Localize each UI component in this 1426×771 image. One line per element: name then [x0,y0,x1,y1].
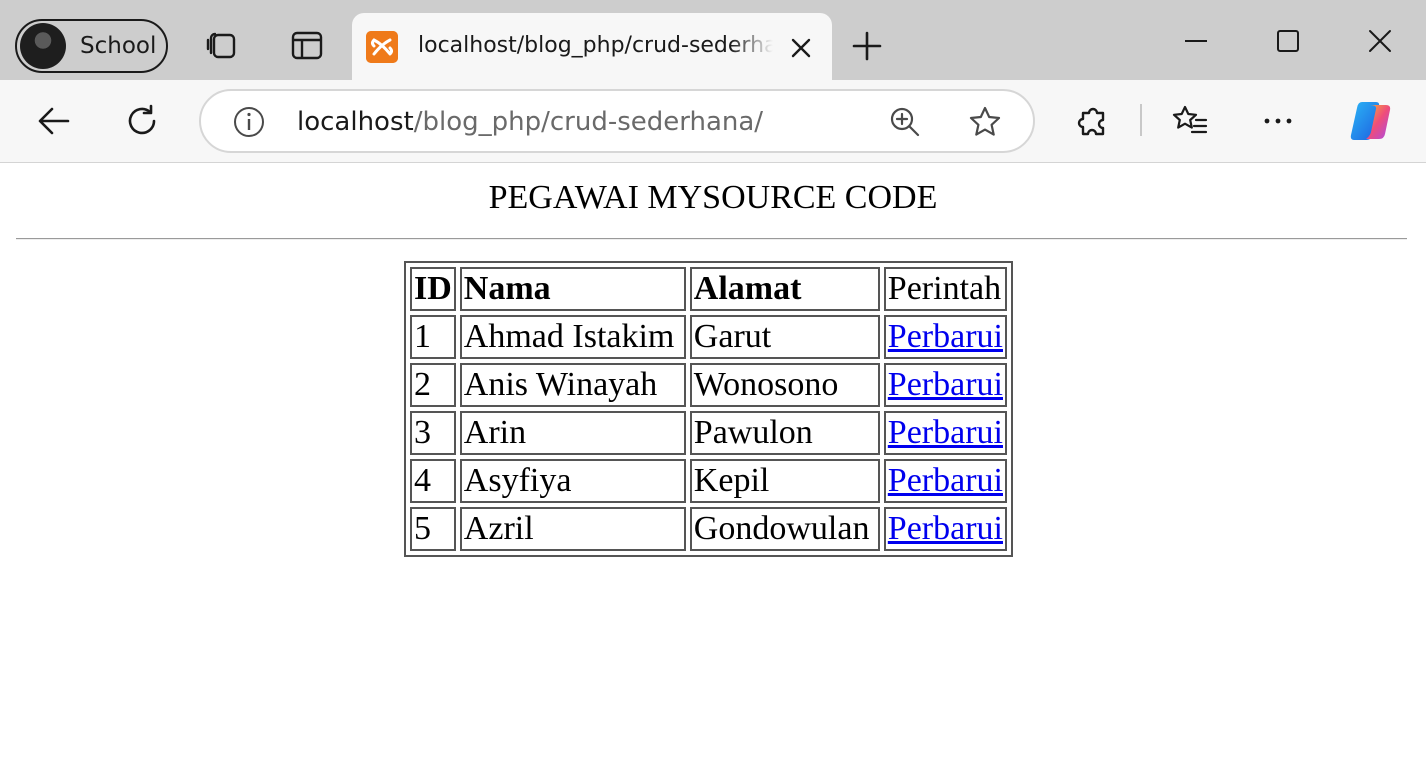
profile-button[interactable]: School [15,19,168,73]
cell-nama: Anis Winayah [459,363,686,407]
browser-toolbar: localhost/blog_php/crud-sederhana/ [0,80,1426,163]
cell-perintah: Perbarui [883,411,1007,455]
cell-id: 3 [410,411,456,455]
page-title: PEGAWAI MYSOURCE CODE [488,179,938,216]
cell-nama: Azril [459,507,686,551]
perbarui-link[interactable]: Perbarui [888,318,1003,355]
perbarui-link[interactable]: Perbarui [888,366,1003,403]
cell-perintah: Perbarui [883,507,1007,551]
employee-table: ID Nama Alamat Perintah 1 Ahmad Istakim … [404,261,1013,557]
cell-id: 2 [410,363,456,407]
perbarui-link[interactable]: Perbarui [888,462,1003,499]
avatar [20,23,66,69]
profile-label: School [80,33,157,59]
more-dots-icon[interactable] [1260,103,1296,139]
extensions-puzzle-icon[interactable] [1075,103,1111,139]
table-row: 4 Asyfiya Kepil Perbarui [410,459,1007,503]
url-host: localhost [297,107,414,137]
site-info-icon[interactable] [232,105,266,139]
cell-nama: Arin [459,411,686,455]
cell-nama: Ahmad Istakim [459,315,686,359]
zoom-in-icon[interactable] [889,106,921,138]
cell-alamat: Kepil [689,459,880,503]
favorite-star-icon[interactable] [968,105,1002,139]
table-row: 3 Arin Pawulon Perbarui [410,411,1007,455]
header-alamat: Alamat [689,267,880,311]
xampp-favicon-icon [366,31,398,63]
header-perintah: Perintah [883,267,1007,311]
copilot-icon[interactable] [1348,100,1394,142]
minimize-icon[interactable] [1181,26,1211,56]
cell-id: 4 [410,459,456,503]
page-content: PEGAWAI MYSOURCE CODE ID Nama Alamat Per… [0,163,1426,771]
cell-perintah: Perbarui [883,459,1007,503]
perbarui-link[interactable]: Perbarui [888,510,1003,547]
workspaces-icon[interactable] [205,28,239,62]
cell-alamat: Gondowulan [689,507,880,551]
table-row: 1 Ahmad Istakim Garut Perbarui [410,315,1007,359]
cell-alamat: Garut [689,315,880,359]
tab-title: localhost/blog_php/crud-sederhana/ [418,33,773,58]
browser-tab-strip: School localhost/blog_php/crud-sederhana… [0,0,1426,80]
cell-nama: Asyfiya [459,459,686,503]
favorites-list-icon[interactable] [1172,103,1208,139]
close-window-icon[interactable] [1365,26,1395,56]
header-nama: Nama [459,267,686,311]
tab-close-icon[interactable] [788,35,814,61]
new-tab-plus-icon[interactable] [850,29,884,63]
refresh-icon[interactable] [124,103,160,139]
url-path: /blog_php/crud-sederhana/ [413,107,764,137]
table-row: 5 Azril Gondowulan Perbarui [410,507,1007,551]
cell-alamat: Wonosono [689,363,880,407]
address-bar[interactable]: localhost/blog_php/crud-sederhana/ [199,89,1035,153]
horizontal-rule [16,238,1407,240]
back-arrow-icon[interactable] [36,103,72,139]
table-row: 2 Anis Winayah Wonosono Perbarui [410,363,1007,407]
url-text[interactable]: localhost/blog_php/crud-sederhana/ [297,107,763,137]
toolbar-separator [1140,104,1142,136]
cell-perintah: Perbarui [883,315,1007,359]
cell-id: 1 [410,315,456,359]
active-tab[interactable]: localhost/blog_php/crud-sederhana/ [352,13,832,80]
vertical-tabs-icon[interactable] [290,28,324,62]
maximize-icon[interactable] [1273,26,1303,56]
cell-perintah: Perbarui [883,363,1007,407]
table-header-row: ID Nama Alamat Perintah [410,267,1007,311]
perbarui-link[interactable]: Perbarui [888,414,1003,451]
cell-id: 5 [410,507,456,551]
cell-alamat: Pawulon [689,411,880,455]
header-id: ID [410,267,456,311]
